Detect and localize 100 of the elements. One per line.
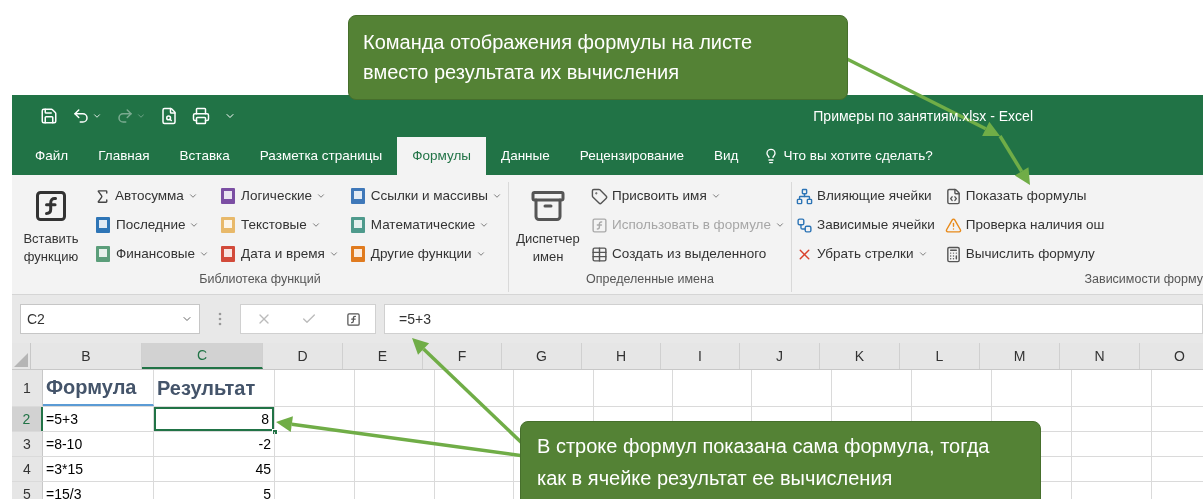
- formula-field[interactable]: =5+3: [384, 304, 1203, 334]
- caret-icon: [187, 191, 198, 201]
- ribbon-tab[interactable]: Формулы: [397, 137, 486, 175]
- book-icon: [219, 187, 238, 205]
- ribbon-button[interactable]: Автосумма: [94, 184, 212, 208]
- book-icon: [348, 245, 367, 263]
- table-icon: [591, 245, 609, 263]
- column-header[interactable]: O: [1140, 343, 1203, 369]
- column-header[interactable]: K: [820, 343, 900, 369]
- ribbon-big-button[interactable]: Диспетчер имен: [513, 182, 584, 271]
- column-header[interactable]: L: [900, 343, 980, 369]
- archive-icon: [530, 188, 567, 224]
- table-cell-text: =8-10: [45, 434, 84, 454]
- ribbon-tab[interactable]: Разметка страницы: [244, 137, 398, 175]
- function-icon[interactable]: [345, 311, 361, 327]
- ribbon-button[interactable]: Проверка наличия ош: [944, 213, 1107, 237]
- group-label: Библиотека функций: [198, 271, 322, 289]
- caret-icon: [310, 220, 321, 230]
- table-cell-text: Результат: [156, 376, 257, 401]
- column-header[interactable]: D: [263, 343, 343, 369]
- group-label: Определенные имена: [585, 271, 715, 289]
- table-cell-text: =15/3: [45, 484, 83, 499]
- book-icon: [219, 245, 238, 263]
- caret-icon: [710, 191, 721, 201]
- name-box[interactable]: C2: [20, 304, 200, 334]
- callout: Команда отображения формулы на листе вместо результата их вычисления: [348, 15, 848, 100]
- ribbon-button[interactable]: Влияющие ячейки: [796, 184, 937, 208]
- table-cell-text: 5: [262, 484, 272, 499]
- book-icon: [94, 216, 112, 234]
- save-icon[interactable]: [40, 107, 58, 125]
- book-icon: [348, 216, 367, 234]
- caret-icon: [917, 249, 928, 259]
- ribbon-button[interactable]: Другие функции: [348, 242, 505, 266]
- caret-icon: [199, 249, 210, 259]
- table-cell-text: 45: [254, 459, 272, 479]
- table-cell-text: =3*15: [45, 459, 84, 479]
- calculator-icon: [944, 245, 962, 263]
- caret-icon[interactable]: [92, 111, 102, 121]
- ribbon-button[interactable]: Логические: [219, 184, 341, 208]
- fill-handle[interactable]: [272, 429, 278, 435]
- table-cell: 8: [154, 407, 274, 431]
- ribbon-button[interactable]: Математические: [348, 213, 505, 237]
- workflow-icon: [796, 216, 813, 234]
- row-header[interactable]: 1: [12, 370, 43, 406]
- grip-icon: [218, 312, 222, 326]
- ribbon-button[interactable]: Зависимые ячейки: [796, 213, 937, 237]
- ribbon-button[interactable]: Ссылки и массивы: [348, 184, 505, 208]
- warning-icon: [944, 216, 962, 234]
- column-header[interactable]: G: [502, 343, 582, 369]
- network-icon: [796, 187, 813, 205]
- column-header[interactable]: H: [582, 343, 661, 369]
- column-header[interactable]: C: [142, 343, 263, 369]
- row-header[interactable]: 4: [12, 457, 43, 481]
- ribbon-button[interactable]: Создать из выделенного: [591, 242, 787, 266]
- ribbon-button[interactable]: Финансовые: [94, 242, 212, 266]
- book-icon: [348, 187, 367, 205]
- ribbon-button[interactable]: Присвоить имя: [591, 184, 787, 208]
- ribbon-button[interactable]: Показать формулы: [944, 184, 1107, 208]
- ribbon-button[interactable]: Вычислить формулу: [944, 242, 1107, 266]
- ribbon-tab[interactable]: Данные: [486, 137, 565, 175]
- ribbon-tab[interactable]: Файл: [20, 137, 84, 175]
- row-header[interactable]: 5: [12, 482, 43, 499]
- ribbon-button[interactable]: Последние: [94, 213, 212, 237]
- window-title: Примеры по занятиям.xlsx - Excel: [813, 106, 1033, 126]
- callout: В строке формул показана сама формула, тогда как в ячейке результат ее вычисления: [520, 421, 1041, 499]
- caret-icon: [316, 191, 327, 201]
- undo-icon[interactable]: [72, 107, 90, 125]
- ribbon-big-button[interactable]: Вставить функцию: [16, 182, 86, 271]
- caret-icon: [479, 220, 490, 230]
- tell-me-field[interactable]: Что вы хотите сделать?: [783, 145, 933, 167]
- caret-icon: [492, 191, 503, 201]
- function-icon: [33, 188, 69, 224]
- ribbon-tab[interactable]: Главная: [83, 137, 165, 175]
- document-icon: [944, 187, 962, 205]
- table-cell-text: -2: [257, 434, 272, 454]
- book-icon: [94, 245, 112, 263]
- tag-icon: [591, 187, 609, 205]
- ribbon-tab[interactable]: Вид: [699, 137, 754, 175]
- ribbon-tab[interactable]: Рецензирование: [564, 137, 700, 175]
- caret-icon: [328, 249, 339, 259]
- ribbon-button[interactable]: Текстовые: [219, 213, 341, 237]
- redo-icon[interactable]: [116, 107, 134, 125]
- caret-icon: [189, 220, 200, 230]
- ribbon-button[interactable]: Дата и время: [219, 242, 341, 266]
- row-header[interactable]: 2: [12, 407, 43, 431]
- ribbon-button[interactable]: Убрать стрелки: [796, 242, 937, 266]
- table-cell-text: Формула: [45, 375, 138, 400]
- row-header[interactable]: 3: [12, 432, 43, 456]
- column-header[interactable]: N: [1060, 343, 1140, 369]
- column-header[interactable]: I: [661, 343, 740, 369]
- file-search-icon[interactable]: [160, 107, 178, 125]
- column-header[interactable]: J: [740, 343, 820, 369]
- group-label: Зависимости форму: [1083, 271, 1203, 289]
- caret-icon[interactable]: [136, 111, 146, 121]
- table-cell-text: =5+3: [45, 409, 79, 429]
- ribbon-tab[interactable]: Вставка: [164, 137, 245, 175]
- printer-icon[interactable]: [192, 107, 210, 125]
- column-header[interactable]: M: [980, 343, 1060, 369]
- function-icon: [591, 216, 609, 234]
- book-icon: [219, 216, 238, 234]
